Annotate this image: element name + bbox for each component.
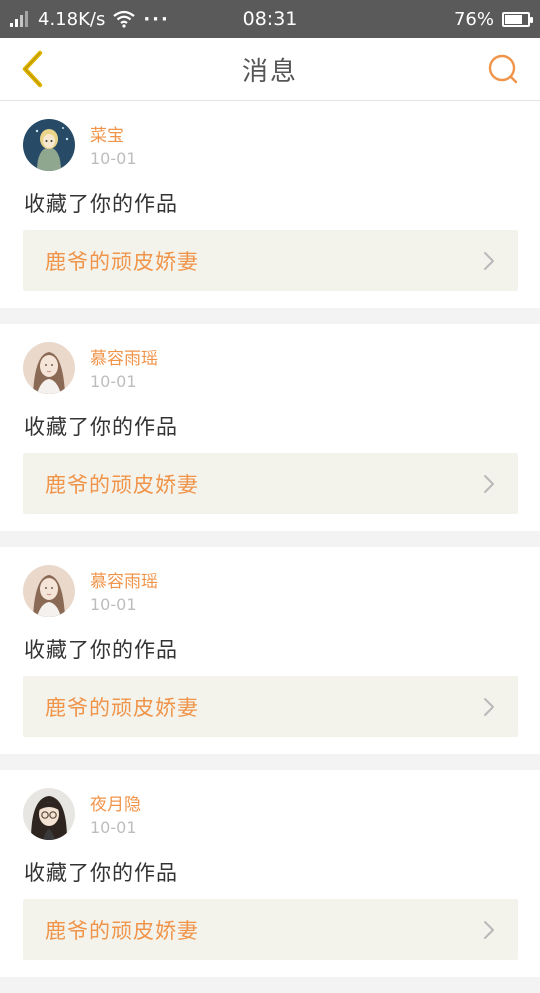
- work-link[interactable]: 鹿爷的顽皮娇妻: [23, 230, 518, 291]
- action-text: 收藏了你的作品: [24, 192, 178, 216]
- work-title: 鹿爷的顽皮娇妻: [45, 472, 199, 497]
- action-text: 收藏了你的作品: [24, 415, 178, 439]
- search-button[interactable]: [482, 48, 524, 90]
- header: 消息: [0, 38, 540, 101]
- avatar[interactable]: [23, 565, 75, 617]
- work-link[interactable]: 鹿爷的顽皮娇妻: [23, 899, 518, 960]
- status-bar: 4.18K/s ··· 08:31 76%: [0, 0, 540, 38]
- work-title: 鹿爷的顽皮娇妻: [45, 249, 199, 274]
- page-title: 消息: [241, 56, 298, 87]
- avatar[interactable]: [23, 342, 75, 394]
- chevron-right-icon: [484, 921, 494, 939]
- work-title: 鹿爷的顽皮娇妻: [45, 695, 199, 720]
- battery-fill: [505, 14, 522, 24]
- battery-percent: 76%: [453, 8, 494, 30]
- work-link[interactable]: 鹿爷的顽皮娇妻: [23, 453, 518, 514]
- search-icon: [488, 54, 518, 84]
- message-date: 10-01: [90, 149, 137, 168]
- message-card: 慕容雨瑶 10-01 收藏了你的作品 鹿爷的顽皮娇妻: [0, 324, 540, 531]
- battery-icon: [502, 11, 533, 27]
- message-date: 10-01: [90, 372, 137, 391]
- username[interactable]: 菜宝: [90, 121, 124, 146]
- username[interactable]: 慕容雨瑶: [90, 567, 158, 592]
- avatar[interactable]: [23, 119, 75, 171]
- username[interactable]: 慕容雨瑶: [90, 344, 158, 369]
- message-card: 夜月隐 10-01 收藏了你的作品 鹿爷的顽皮娇妻: [0, 770, 540, 977]
- message-date: 10-01: [90, 595, 137, 614]
- message-card: 菜宝 10-01 收藏了你的作品 鹿爷的顽皮娇妻: [0, 101, 540, 308]
- work-title: 鹿爷的顽皮娇妻: [45, 918, 199, 943]
- username[interactable]: 夜月隐: [90, 790, 141, 815]
- action-text: 收藏了你的作品: [24, 638, 178, 662]
- chevron-right-icon: [484, 475, 494, 493]
- chevron-right-icon: [484, 698, 494, 716]
- chevron-right-icon: [484, 252, 494, 270]
- message-card: 慕容雨瑶 10-01 收藏了你的作品 鹿爷的顽皮娇妻: [0, 547, 540, 754]
- message-date: 10-01: [90, 818, 137, 837]
- work-link[interactable]: 鹿爷的顽皮娇妻: [23, 676, 518, 737]
- avatar[interactable]: [23, 788, 75, 840]
- message-list: 菜宝 10-01 收藏了你的作品 鹿爷的顽皮娇妻 慕容雨瑶 10-01 收藏了你…: [0, 101, 540, 993]
- action-text: 收藏了你的作品: [24, 861, 178, 885]
- status-right: 76%: [453, 0, 533, 38]
